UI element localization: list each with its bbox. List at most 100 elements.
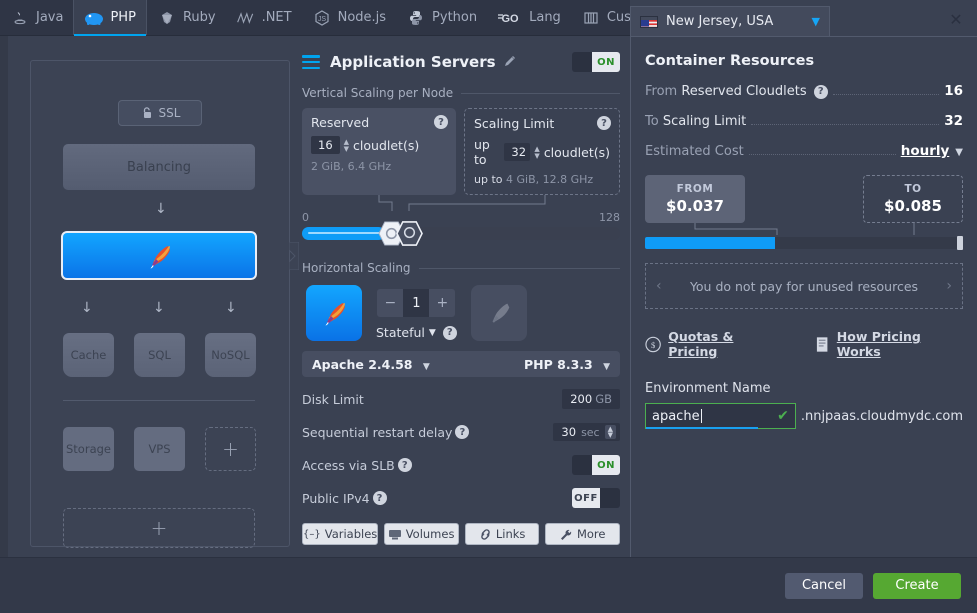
slider-track[interactable] <box>302 227 620 240</box>
topology-node-storage[interactable]: Storage <box>63 427 114 471</box>
edit-pencil-icon[interactable] <box>503 54 517 71</box>
close-button[interactable]: ✕ <box>945 8 967 30</box>
custom-icon <box>581 8 601 28</box>
public-ipv4-toggle[interactable]: OFF <box>572 488 620 508</box>
restart-delay-input[interactable]: 30 sec ▲ ▼ <box>553 423 620 441</box>
environment-domain-suffix: .nnjpaas.cloudmydc.com <box>800 408 963 424</box>
help-icon[interactable]: ? <box>372 491 387 505</box>
reserved-cloudlets-box[interactable]: ? Reserved 16 ▲ ▼ cloudlet(s) 2 GiB, 6.4 … <box>302 108 456 195</box>
pricing-note: ‹ You do not pay for unused resources › <box>645 263 963 309</box>
node-label: Cache <box>70 348 107 362</box>
language-tabbar: Java PHP Ruby .NET JS Node.js Python GO … <box>0 0 675 36</box>
tab-label: Java <box>36 10 64 25</box>
menu-icon[interactable] <box>302 55 320 69</box>
slider-thumb-limit[interactable] <box>396 220 423 247</box>
chevron-down-icon[interactable]: ▼ <box>955 147 963 158</box>
cloudlet-slider[interactable]: 0 128 <box>302 195 620 247</box>
node-tile-placeholder[interactable] <box>470 285 527 341</box>
slb-toggle[interactable]: ON <box>572 455 620 475</box>
toggle-label: ON <box>592 52 620 72</box>
more-button[interactable]: More <box>545 523 620 545</box>
svg-text:$: $ <box>651 339 656 349</box>
help-icon[interactable]: ? <box>813 84 828 99</box>
billing-period-dropdown[interactable]: hourly <box>901 143 950 159</box>
tab-go-lang[interactable]: GO Lang <box>487 0 571 35</box>
scaling-boxes: ? Reserved 16 ▲ ▼ cloudlet(s) 2 GiB, 6.4 … <box>302 108 620 195</box>
prev-icon[interactable]: ‹ <box>656 278 662 294</box>
tab-dotnet[interactable]: .NET <box>226 0 302 35</box>
scaling-limit-sub-value: 4 GiB, 12.8 GHz <box>506 173 594 186</box>
node-tile-active[interactable] <box>306 285 362 341</box>
panel-power-toggle[interactable]: ON <box>572 52 620 72</box>
cost-from-box: FROM $0.037 <box>645 175 745 223</box>
topology-node-vps[interactable]: VPS <box>134 427 185 471</box>
help-icon[interactable]: ? <box>597 116 611 130</box>
topology-divider <box>63 400 255 401</box>
link-label: Quotas & Pricing <box>668 329 734 359</box>
arrow-down-icon: ↓ <box>153 300 165 316</box>
tab-ruby[interactable]: Ruby <box>147 0 226 35</box>
cancel-button[interactable]: Cancel <box>785 572 863 599</box>
region-selector[interactable]: New Jersey, USA ▼ <box>630 6 830 36</box>
decrement-button[interactable]: − <box>377 289 404 317</box>
toggle-label: ON <box>592 455 620 475</box>
tab-nodejs[interactable]: JS Node.js <box>302 0 396 35</box>
add-node-button[interactable]: + <box>205 427 256 471</box>
section-rule <box>461 92 620 94</box>
ssl-chip[interactable]: SSL <box>118 100 202 126</box>
cost-from-value: $0.037 <box>666 197 724 215</box>
help-icon[interactable]: ? <box>397 458 412 472</box>
next-icon[interactable]: › <box>946 278 952 294</box>
reserved-input[interactable]: 16 <box>311 136 340 154</box>
option-row-disk-limit: Disk Limit 200 GB <box>302 388 620 410</box>
node-count-stepper[interactable]: − 1 + <box>377 289 456 317</box>
tab-java[interactable]: Java <box>0 0 73 35</box>
volumes-button[interactable]: Volumes <box>384 523 459 545</box>
node-count-value[interactable]: 1 <box>403 289 430 317</box>
topology-node-nosql[interactable]: NoSQL <box>205 333 256 377</box>
option-label: Access via SLB ? <box>302 458 572 473</box>
web-server-label: Apache 2.4.58 <box>312 356 413 372</box>
disk-limit-value: 200 <box>570 392 593 406</box>
help-icon[interactable]: ? <box>455 425 470 439</box>
scaling-limit-input[interactable]: 32 <box>504 143 531 161</box>
web-server-dropdown[interactable]: Apache 2.4.58 ▼ <box>312 357 430 372</box>
scaling-limit-box[interactable]: ? Scaling Limit up to 32 ▲ ▼ cloudlet(s) … <box>464 108 620 195</box>
topology-node-cache[interactable]: Cache <box>63 333 114 377</box>
row-estimated-cost: Estimated Cost hourly ▼ <box>645 143 963 159</box>
scaling-limit-spinner[interactable]: ▲ ▼ <box>534 145 539 159</box>
links-button[interactable]: Links <box>464 523 540 545</box>
how-pricing-works-link[interactable]: How Pricing Works <box>815 329 963 359</box>
topology-node-sql[interactable]: SQL <box>134 333 185 377</box>
reserved-spinner[interactable]: ▲ ▼ <box>344 138 349 152</box>
toggle-knob <box>572 52 592 72</box>
add-layer-button[interactable]: + <box>63 508 255 548</box>
java-icon <box>10 8 30 28</box>
tab-python[interactable]: Python <box>396 0 487 35</box>
row-value: 32 <box>944 113 963 129</box>
balancing-node[interactable]: Balancing <box>63 144 255 190</box>
cost-bar-fill <box>645 237 776 249</box>
application-server-node[interactable] <box>61 231 257 280</box>
stateful-dropdown[interactable]: Stateful ▼ ? <box>376 325 457 340</box>
reserved-unit: cloudlet(s) <box>353 137 420 153</box>
slider-fill <box>302 227 385 240</box>
restart-delay-spinner[interactable]: ▲ ▼ <box>604 425 616 439</box>
variables-button[interactable]: {–} Variables <box>302 523 379 545</box>
volume-icon <box>388 529 401 539</box>
help-icon[interactable]: ? <box>434 115 448 129</box>
option-label-text: Sequential restart delay <box>302 424 453 440</box>
quotas-and-pricing-link[interactable]: $ Quotas & Pricing <box>645 329 781 359</box>
cost-to-box: TO $0.085 <box>863 175 963 223</box>
node-count-group: − 1 + Stateful ▼ ? <box>376 285 457 340</box>
create-button[interactable]: Create <box>873 572 961 599</box>
document-icon <box>817 336 828 352</box>
option-label: Sequential restart delay ? <box>302 425 553 440</box>
increment-button[interactable]: + <box>429 289 456 317</box>
extra-settings-chips: {–} Variables Volumes Links More <box>302 523 620 545</box>
disk-limit-input[interactable]: 200 GB <box>562 389 620 409</box>
engine-dropdown[interactable]: PHP 8.3.3 ▼ <box>524 357 610 372</box>
environment-name-input[interactable]: apache ✔ <box>645 403 796 429</box>
tab-php[interactable]: PHP <box>73 0 147 36</box>
help-icon[interactable]: ? <box>442 325 457 340</box>
